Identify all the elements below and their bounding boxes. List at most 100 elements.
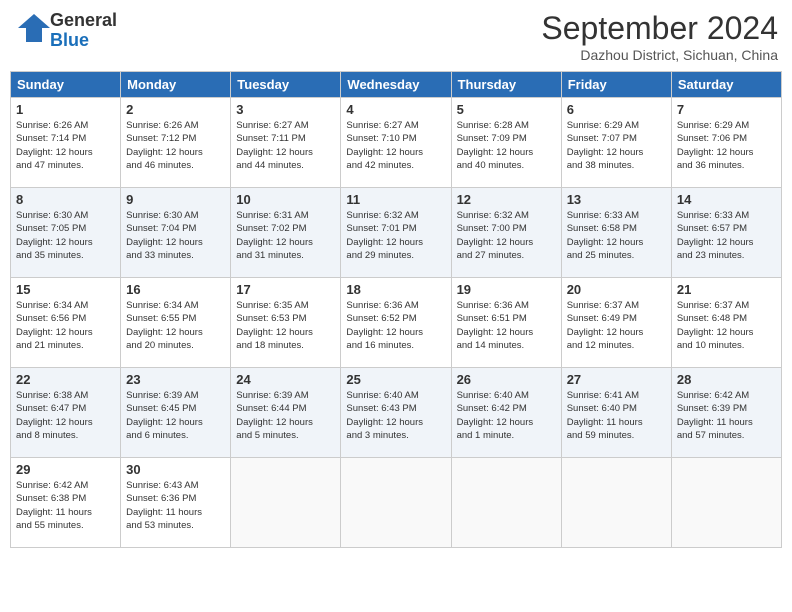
day-number: 15: [16, 282, 115, 297]
calendar-cell: 27Sunrise: 6:41 AM Sunset: 6:40 PM Dayli…: [561, 368, 671, 458]
day-number: 13: [567, 192, 666, 207]
calendar-cell: 8Sunrise: 6:30 AM Sunset: 7:05 PM Daylig…: [11, 188, 121, 278]
day-info: Sunrise: 6:34 AM Sunset: 6:55 PM Dayligh…: [126, 299, 225, 352]
day-info: Sunrise: 6:28 AM Sunset: 7:09 PM Dayligh…: [457, 119, 556, 172]
calendar-cell: 7Sunrise: 6:29 AM Sunset: 7:06 PM Daylig…: [671, 98, 781, 188]
day-info: Sunrise: 6:26 AM Sunset: 7:14 PM Dayligh…: [16, 119, 115, 172]
weekday-monday: Monday: [121, 72, 231, 98]
day-info: Sunrise: 6:42 AM Sunset: 6:39 PM Dayligh…: [677, 389, 776, 442]
day-number: 19: [457, 282, 556, 297]
calendar-cell: 25Sunrise: 6:40 AM Sunset: 6:43 PM Dayli…: [341, 368, 451, 458]
logo-general-text: General: [50, 10, 117, 30]
calendar-cell: 28 Sunrise: 6:42 AM Sunset: 6:39 PM Dayli…: [671, 368, 781, 458]
calendar-cell: 12 Sunrise: 6:32 AM Sunset: 7:00 PM Dayli…: [451, 188, 561, 278]
page-header: General Blue September 2024 Dazhou Distr…: [10, 10, 782, 63]
calendar-cell: 19 Sunrise: 6:36 AM Sunset: 6:51 PM Dayli…: [451, 278, 561, 368]
weekday-saturday: Saturday: [671, 72, 781, 98]
day-info: Sunrise: 6:27 AM Sunset: 7:11 PM Dayligh…: [236, 119, 335, 172]
calendar-cell: 21Sunrise: 6:37 AM Sunset: 6:48 PM Dayli…: [671, 278, 781, 368]
day-number: 29: [16, 462, 115, 477]
calendar-cell: 1 Sunrise: 6:26 AM Sunset: 7:14 PM Daylig…: [11, 98, 121, 188]
calendar-cell: 2 Sunrise: 6:26 AM Sunset: 7:12 PM Daylig…: [121, 98, 231, 188]
location: Dazhou District, Sichuan, China: [541, 47, 778, 63]
day-number: 6: [567, 102, 666, 117]
calendar-week-1: 1 Sunrise: 6:26 AM Sunset: 7:14 PM Daylig…: [11, 98, 782, 188]
day-info: Sunrise: 6:26 AM Sunset: 7:12 PM Dayligh…: [126, 119, 225, 172]
day-info: Sunrise: 6:39 AM Sunset: 6:45 PM Dayligh…: [126, 389, 225, 442]
calendar-cell: 16 Sunrise: 6:34 AM Sunset: 6:55 PM Dayli…: [121, 278, 231, 368]
day-number: 24: [236, 372, 335, 387]
day-info: Sunrise: 6:31 AM Sunset: 7:02 PM Dayligh…: [236, 209, 335, 262]
day-info: Sunrise: 6:29 AM Sunset: 7:07 PM Dayligh…: [567, 119, 666, 172]
day-number: 1: [16, 102, 115, 117]
calendar-cell: 17 Sunrise: 6:35 AM Sunset: 6:53 PM Dayli…: [231, 278, 341, 368]
calendar-cell: [451, 458, 561, 548]
day-info: Sunrise: 6:35 AM Sunset: 6:53 PM Dayligh…: [236, 299, 335, 352]
day-number: 16: [126, 282, 225, 297]
day-number: 5: [457, 102, 556, 117]
logo-icon: [14, 10, 50, 46]
day-info: Sunrise: 6:34 AM Sunset: 6:56 PM Dayligh…: [16, 299, 115, 352]
calendar-cell: 14 Sunrise: 6:33 AM Sunset: 6:57 PM Dayli…: [671, 188, 781, 278]
day-number: 11: [346, 192, 445, 207]
calendar-cell: 5 Sunrise: 6:28 AM Sunset: 7:09 PM Daylig…: [451, 98, 561, 188]
calendar-cell: 24 Sunrise: 6:39 AM Sunset: 6:44 PM Dayli…: [231, 368, 341, 458]
day-number: 2: [126, 102, 225, 117]
calendar-cell: [561, 458, 671, 548]
calendar-cell: 10 Sunrise: 6:31 AM Sunset: 7:02 PM Dayli…: [231, 188, 341, 278]
day-info: Sunrise: 6:41 AM Sunset: 6:40 PM Dayligh…: [567, 389, 666, 442]
calendar-week-2: 8Sunrise: 6:30 AM Sunset: 7:05 PM Daylig…: [11, 188, 782, 278]
calendar-cell: 15 Sunrise: 6:34 AM Sunset: 6:56 PM Dayli…: [11, 278, 121, 368]
day-number: 20: [567, 282, 666, 297]
day-info: Sunrise: 6:43 AM Sunset: 6:36 PM Dayligh…: [126, 479, 225, 532]
day-number: 18: [346, 282, 445, 297]
calendar-week-5: 29 Sunrise: 6:42 AM Sunset: 6:38 PM Dayli…: [11, 458, 782, 548]
day-info: Sunrise: 6:29 AM Sunset: 7:06 PM Dayligh…: [677, 119, 776, 172]
logo: General Blue: [14, 10, 117, 51]
day-info: Sunrise: 6:37 AM Sunset: 6:49 PM Dayligh…: [567, 299, 666, 352]
day-number: 12: [457, 192, 556, 207]
calendar-cell: [671, 458, 781, 548]
calendar-cell: [341, 458, 451, 548]
day-info: Sunrise: 6:40 AM Sunset: 6:42 PM Dayligh…: [457, 389, 556, 442]
calendar-cell: 6 Sunrise: 6:29 AM Sunset: 7:07 PM Daylig…: [561, 98, 671, 188]
calendar-table: SundayMondayTuesdayWednesdayThursdayFrid…: [10, 71, 782, 548]
day-number: 28: [677, 372, 776, 387]
day-number: 14: [677, 192, 776, 207]
title-block: September 2024 Dazhou District, Sichuan,…: [541, 10, 778, 63]
day-number: 22: [16, 372, 115, 387]
day-info: Sunrise: 6:38 AM Sunset: 6:47 PM Dayligh…: [16, 389, 115, 442]
day-number: 21: [677, 282, 776, 297]
day-info: Sunrise: 6:36 AM Sunset: 6:51 PM Dayligh…: [457, 299, 556, 352]
day-info: Sunrise: 6:32 AM Sunset: 7:01 PM Dayligh…: [346, 209, 445, 262]
day-info: Sunrise: 6:32 AM Sunset: 7:00 PM Dayligh…: [457, 209, 556, 262]
day-number: 26: [457, 372, 556, 387]
calendar-body: 1 Sunrise: 6:26 AM Sunset: 7:14 PM Daylig…: [11, 98, 782, 548]
day-info: Sunrise: 6:33 AM Sunset: 6:57 PM Dayligh…: [677, 209, 776, 262]
day-number: 30: [126, 462, 225, 477]
weekday-friday: Friday: [561, 72, 671, 98]
day-number: 23: [126, 372, 225, 387]
calendar-cell: 30 Sunrise: 6:43 AM Sunset: 6:36 PM Dayli…: [121, 458, 231, 548]
day-number: 17: [236, 282, 335, 297]
calendar-cell: 26 Sunrise: 6:40 AM Sunset: 6:42 PM Dayli…: [451, 368, 561, 458]
weekday-thursday: Thursday: [451, 72, 561, 98]
calendar-cell: 3 Sunrise: 6:27 AM Sunset: 7:11 PM Daylig…: [231, 98, 341, 188]
day-number: 4: [346, 102, 445, 117]
day-info: Sunrise: 6:42 AM Sunset: 6:38 PM Dayligh…: [16, 479, 115, 532]
weekday-tuesday: Tuesday: [231, 72, 341, 98]
day-info: Sunrise: 6:36 AM Sunset: 6:52 PM Dayligh…: [346, 299, 445, 352]
calendar-cell: 20 Sunrise: 6:37 AM Sunset: 6:49 PM Dayli…: [561, 278, 671, 368]
day-number: 3: [236, 102, 335, 117]
calendar-cell: 4Sunrise: 6:27 AM Sunset: 7:10 PM Daylig…: [341, 98, 451, 188]
day-number: 10: [236, 192, 335, 207]
calendar-cell: 9Sunrise: 6:30 AM Sunset: 7:04 PM Daylig…: [121, 188, 231, 278]
calendar-cell: 22 Sunrise: 6:38 AM Sunset: 6:47 PM Dayli…: [11, 368, 121, 458]
calendar-cell: 13Sunrise: 6:33 AM Sunset: 6:58 PM Dayli…: [561, 188, 671, 278]
calendar-week-4: 22 Sunrise: 6:38 AM Sunset: 6:47 PM Dayli…: [11, 368, 782, 458]
day-number: 8: [16, 192, 115, 207]
day-info: Sunrise: 6:39 AM Sunset: 6:44 PM Dayligh…: [236, 389, 335, 442]
calendar-week-3: 15 Sunrise: 6:34 AM Sunset: 6:56 PM Dayli…: [11, 278, 782, 368]
logo-blue-text: Blue: [50, 30, 89, 50]
weekday-sunday: Sunday: [11, 72, 121, 98]
